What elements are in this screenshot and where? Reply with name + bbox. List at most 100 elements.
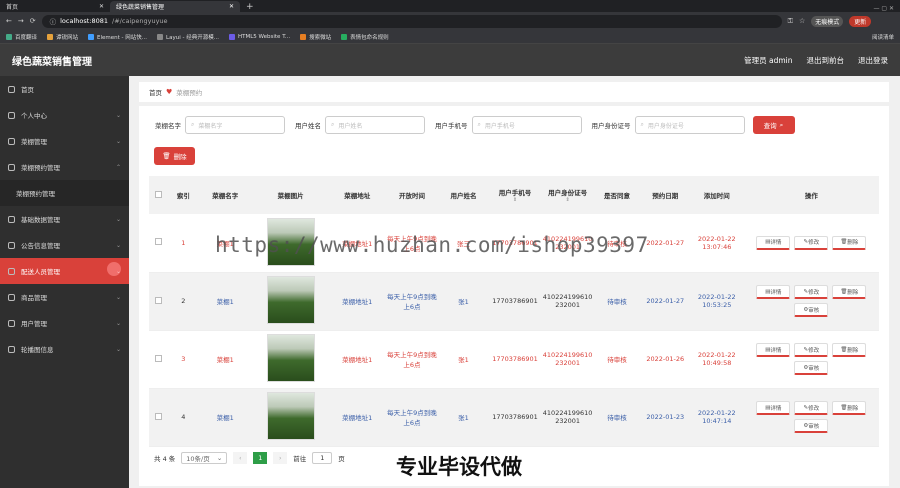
- content-panel: 菜棚名字 ⌕ 菜棚名字 用户姓名 ⌕ 用户姓名 用户手机号 ⌕ 用户手机号 用户身份证…: [139, 106, 889, 486]
- detail-button[interactable]: ▤ 详情: [756, 285, 791, 299]
- chevron-down-icon: ⌄: [115, 241, 121, 249]
- back-icon[interactable]: ←: [6, 17, 12, 25]
- reload-icon[interactable]: ⟳: [30, 17, 36, 25]
- cell-added: 2022-01-22 10:47:14: [689, 388, 744, 447]
- sidebar: 首页 个人中心 ⌄ 菜棚管理 ⌄ 菜棚预约管理 ⌃ 菜棚预约管理 基础数据管理 ⌄ 公告…: [0, 76, 129, 488]
- row-checkbox[interactable]: [155, 238, 163, 246]
- update-button[interactable]: 更新: [849, 15, 872, 27]
- query-button[interactable]: 查询 ⌕: [752, 116, 795, 134]
- chevron-down-icon: ⌄: [216, 454, 223, 462]
- goto-page-input[interactable]: 1: [312, 452, 333, 464]
- audit-button[interactable]: ⚙ 审核: [794, 303, 829, 317]
- reading-list[interactable]: 阅读清单: [872, 33, 894, 41]
- page-number[interactable]: 1: [253, 452, 268, 464]
- cell-address: 菜棚地址1: [329, 388, 386, 447]
- col-header: 用户姓名: [450, 192, 477, 200]
- grid-icon: [8, 163, 15, 171]
- bookmark-item[interactable]: 百度翻译: [6, 33, 37, 41]
- greenhouse-name-input[interactable]: ⌕ 菜棚名字: [185, 116, 285, 134]
- incognito-badge[interactable]: 无痕模式: [811, 15, 844, 27]
- bookmark-item[interactable]: 谭锐网站: [47, 33, 78, 41]
- browser-tab-1[interactable]: 首页 ✕: [0, 1, 110, 12]
- tab-title: 首页: [6, 4, 19, 11]
- row-checkbox[interactable]: [155, 354, 163, 362]
- user-icon: [8, 111, 15, 119]
- cell-user: 张1: [438, 272, 489, 331]
- bookmark-item[interactable]: Element - 网站快...: [88, 33, 147, 41]
- user-name-input[interactable]: ⌕ 用户姓名: [325, 116, 425, 134]
- user-icon: [8, 319, 15, 327]
- col-header: 添加时间: [703, 192, 730, 200]
- col-header: 菜棚图片: [277, 192, 304, 200]
- breadcrumb-home[interactable]: 首页: [149, 87, 162, 97]
- sidebar-item-basedata[interactable]: 基础数据管理 ⌄: [0, 206, 129, 232]
- search-icon: ⌕: [640, 121, 644, 128]
- cell-id: 410224199610232001: [541, 272, 594, 331]
- new-tab-icon[interactable]: +: [240, 2, 260, 12]
- next-page-button[interactable]: ›: [273, 452, 288, 464]
- cell-phone: 17703786901: [488, 388, 542, 447]
- delete-button[interactable]: 🗑 删除: [832, 401, 867, 415]
- star-icon[interactable]: ☆: [799, 17, 805, 25]
- user-phone-input[interactable]: ⌕ 用户手机号: [471, 116, 582, 134]
- sidebar-item-home[interactable]: 首页: [0, 76, 129, 102]
- close-icon[interactable]: ✕: [229, 3, 234, 10]
- cell-id: 410224199610232001: [541, 388, 594, 447]
- delete-button[interactable]: 🗑 删除: [832, 235, 867, 250]
- cell-added: 2022-01-22 10:53:25: [689, 272, 744, 331]
- search-label: 菜棚名字: [155, 122, 181, 130]
- delete-button[interactable]: 🗑 删除: [832, 343, 867, 357]
- bookmark-item[interactable]: Layui - 经典开源模...: [157, 33, 219, 41]
- sidebar-item-profile[interactable]: 个人中心 ⌄: [0, 102, 129, 128]
- sort-icon[interactable]: ⇕: [542, 197, 594, 203]
- batch-delete-button[interactable]: 🗑 删除: [154, 147, 195, 165]
- user-idcard-input[interactable]: ⌕ 用户身份证号: [634, 116, 745, 134]
- bookmark-item[interactable]: HTML5 Website T...: [228, 33, 290, 40]
- cell-index: 4: [168, 388, 199, 447]
- logout-link[interactable]: 退出登录: [858, 55, 888, 66]
- key-icon[interactable]: ⚿: [788, 17, 793, 26]
- sidebar-item-delivery[interactable]: 配送人员管理⌄: [0, 258, 129, 284]
- page-unit: 页: [338, 455, 345, 463]
- sidebar-item-users[interactable]: 用户管理 ⌄: [0, 310, 129, 336]
- page-size-select[interactable]: 10条/页 ⌄: [181, 452, 228, 464]
- audit-button[interactable]: ⚙ 审核: [794, 419, 829, 433]
- detail-button[interactable]: ▤ 详情: [756, 401, 791, 415]
- cell-id: 410224199610232001: [541, 330, 594, 389]
- address-bar: ← → ⟳ ⓘ localhost:8081/#/caipengyuyue ⚿ …: [0, 12, 900, 30]
- detail-button[interactable]: ▤ 详情: [756, 235, 791, 250]
- sidebar-subitem-booking[interactable]: 菜棚预约管理: [0, 180, 129, 206]
- table-row[interactable]: 3 菜棚1 菜棚地址1 每天上午9点到晚上6点 张1 17703786901 4…: [149, 330, 879, 389]
- row-checkbox[interactable]: [155, 412, 163, 420]
- sort-icon[interactable]: ⇕: [488, 197, 542, 203]
- bookmark-item[interactable]: 表情包命名规则: [341, 33, 389, 41]
- url-field[interactable]: ⓘ localhost:8081/#/caipengyuyue: [41, 14, 782, 28]
- table-row[interactable]: 4 菜棚1 菜棚地址1 每天上午9点到晚上6点 张1 17703786901 4…: [149, 388, 879, 447]
- detail-button[interactable]: ▤ 详情: [756, 343, 791, 357]
- edit-button[interactable]: ✎ 修改: [794, 285, 829, 299]
- sidebar-item-carousel[interactable]: 轮播图信息 ⌄: [0, 336, 129, 362]
- browser-tab-2[interactable]: 绿色蔬菜销售管理 ✕: [110, 1, 240, 12]
- sidebar-item-booking[interactable]: 菜棚预约管理 ⌃: [0, 154, 129, 180]
- window-controls[interactable]: — ▢ ✕: [867, 5, 900, 12]
- forward-icon[interactable]: →: [18, 17, 24, 25]
- bookmark-item[interactable]: 搜索微站: [300, 33, 331, 41]
- edit-button[interactable]: ✎ 修改: [794, 343, 829, 357]
- close-icon[interactable]: ✕: [99, 3, 104, 10]
- delete-button[interactable]: 🗑 删除: [832, 285, 867, 299]
- front-link[interactable]: 退出到前台: [807, 55, 845, 66]
- bookmark-icon: [341, 33, 348, 40]
- bookmark-icon: [300, 33, 307, 40]
- select-all-checkbox[interactable]: [155, 190, 163, 198]
- chevron-down-icon: ⌄: [115, 319, 121, 327]
- table-row[interactable]: 2 菜棚1 菜棚地址1 每天上午9点到晚上6点 张1 17703786901 4…: [149, 272, 879, 331]
- edit-button[interactable]: ✎ 修改: [794, 235, 829, 250]
- sidebar-item-notice[interactable]: 公告信息管理 ⌄: [0, 232, 129, 258]
- edit-button[interactable]: ✎ 修改: [794, 401, 829, 415]
- sidebar-item-goods[interactable]: 商品管理 ⌄: [0, 284, 129, 310]
- audit-button[interactable]: ⚙ 审核: [794, 361, 829, 375]
- row-checkbox[interactable]: [155, 296, 163, 304]
- sidebar-item-greenhouse[interactable]: 菜棚管理 ⌄: [0, 128, 129, 154]
- prev-page-button[interactable]: ‹: [233, 452, 248, 464]
- search-icon: ⌕: [779, 120, 784, 129]
